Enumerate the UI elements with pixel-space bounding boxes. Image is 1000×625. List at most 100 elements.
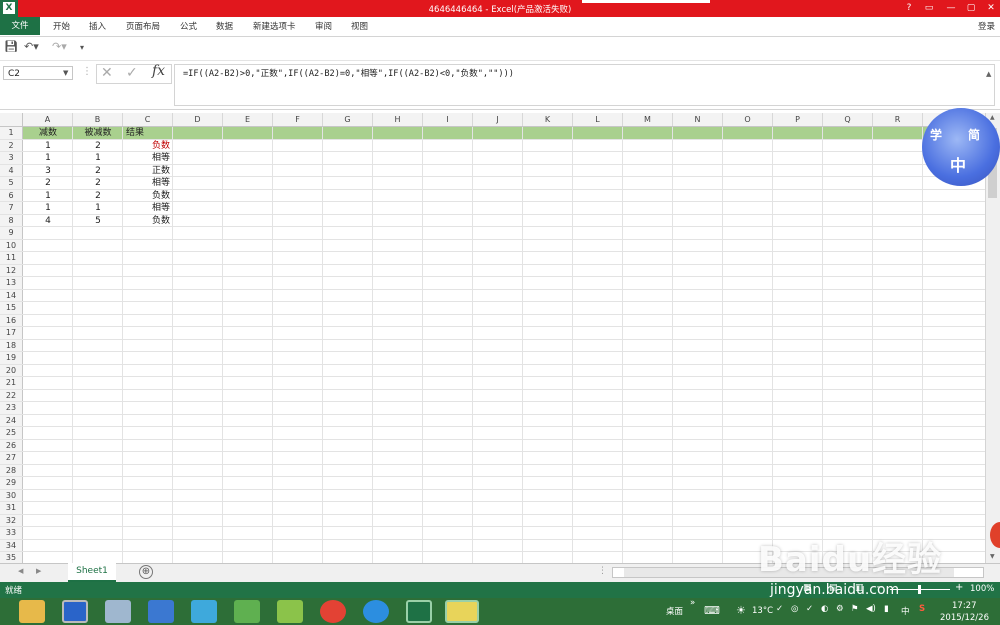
insert-function-icon[interactable]: fx: [152, 63, 165, 79]
table-row[interactable]: 7 1 1 相等: [0, 202, 985, 215]
scroll-down-icon[interactable]: ▼: [990, 553, 995, 560]
column-header[interactable]: F: [273, 113, 323, 126]
column-header[interactable]: K: [523, 113, 573, 126]
table-row[interactable]: 31: [0, 502, 985, 515]
row-header[interactable]: 11: [0, 252, 23, 264]
cell-result[interactable]: 正数: [126, 165, 170, 177]
column-header[interactable]: Q: [823, 113, 873, 126]
tab-home[interactable]: 开始: [53, 20, 70, 32]
row-header[interactable]: 18: [0, 339, 23, 351]
table-row[interactable]: 16: [0, 314, 985, 327]
ime-indicator[interactable]: 中: [901, 605, 910, 617]
table-row[interactable]: 22: [0, 389, 985, 402]
column-header[interactable]: D: [173, 113, 223, 126]
row-header[interactable]: 9: [0, 227, 23, 239]
tab-data[interactable]: 数据: [216, 20, 233, 32]
table-row[interactable]: 14: [0, 289, 985, 302]
cell-value[interactable]: 1: [26, 190, 70, 202]
column-header[interactable]: J: [473, 113, 523, 126]
flag-icon[interactable]: ⚑: [851, 604, 859, 614]
undo-icon[interactable]: ↶▾: [24, 40, 39, 53]
column-header[interactable]: M: [623, 113, 673, 126]
column-header[interactable]: N: [673, 113, 723, 126]
cell-result[interactable]: 相等: [126, 202, 170, 214]
ribbon-display-button[interactable]: ▭: [920, 1, 938, 15]
column-header[interactable]: R: [873, 113, 923, 126]
table-row[interactable]: 3 1 1 相等: [0, 152, 985, 165]
ie-icon[interactable]: [363, 600, 389, 623]
cell-value[interactable]: 1: [76, 202, 120, 214]
row-header[interactable]: 16: [0, 314, 23, 326]
help-button[interactable]: ?: [900, 1, 918, 15]
zoom-level[interactable]: 100%: [970, 584, 994, 594]
row-header[interactable]: 25: [0, 427, 23, 439]
row-header[interactable]: 4: [0, 164, 23, 176]
row-header[interactable]: 28: [0, 464, 23, 476]
row-header[interactable]: 20: [0, 364, 23, 376]
calculator-icon[interactable]: [105, 600, 131, 623]
row-header[interactable]: 19: [0, 352, 23, 364]
table-row[interactable]: 8 4 5 负数: [0, 214, 985, 227]
scroll-up-icon[interactable]: ▲: [990, 114, 995, 121]
tray-icon[interactable]: ◐: [821, 604, 828, 614]
desktop-label[interactable]: 桌面: [666, 605, 683, 617]
tray-icon[interactable]: ⚙: [836, 604, 844, 614]
row-header[interactable]: 21: [0, 377, 23, 389]
network-icon[interactable]: [191, 600, 217, 623]
column-header[interactable]: G: [323, 113, 373, 126]
table-row[interactable]: 4 3 2 正数: [0, 164, 985, 177]
cell-value[interactable]: 5: [76, 215, 120, 227]
save-icon[interactable]: 💾︎: [4, 40, 18, 53]
cell-grid[interactable]: 1 减数 被减数 结果 2 1 2 负数 3 1 1 相等 4 3 2 正数 5 2 2 相等 6 1 2 负数 7 1 1 相等 8 4…: [0, 127, 985, 565]
cell-header-minuend[interactable]: 减数: [26, 127, 70, 139]
table-row[interactable]: 32: [0, 514, 985, 527]
tab-formulas[interactable]: 公式: [180, 20, 197, 32]
chrome-icon[interactable]: [320, 600, 346, 623]
row-header[interactable]: 26: [0, 439, 23, 451]
row-header[interactable]: 13: [0, 277, 23, 289]
formula-input[interactable]: =IF((A2-B2)>0,"正数",IF((A2-B2)=0,"相等",IF(…: [174, 64, 995, 106]
table-row[interactable]: 20: [0, 364, 985, 377]
column-header[interactable]: I: [423, 113, 473, 126]
sogou-icon[interactable]: [62, 600, 88, 623]
active-cell[interactable]: 负数: [126, 140, 170, 152]
row-header[interactable]: 12: [0, 264, 23, 276]
table-row[interactable]: 17: [0, 327, 985, 340]
row-header[interactable]: 30: [0, 489, 23, 501]
column-header[interactable]: L: [573, 113, 623, 126]
volume-icon[interactable]: ◀): [866, 604, 876, 614]
login-link[interactable]: 登录: [978, 20, 1000, 32]
table-row[interactable]: 28: [0, 464, 985, 477]
table-row[interactable]: 21: [0, 377, 985, 390]
sheet-tab-sheet1[interactable]: Sheet1: [68, 563, 116, 582]
row-header[interactable]: 34: [0, 539, 23, 551]
add-sheet-button[interactable]: ⊕: [139, 565, 153, 579]
excel-taskbar-icon[interactable]: [406, 600, 432, 623]
row-header[interactable]: 15: [0, 302, 23, 314]
cell-value[interactable]: 1: [26, 140, 70, 152]
cell-result[interactable]: 相等: [126, 177, 170, 189]
cell-value[interactable]: 2: [26, 177, 70, 189]
table-row[interactable]: 11: [0, 252, 985, 265]
next-sheet-icon[interactable]: ▶: [36, 567, 41, 575]
table-row[interactable]: 29: [0, 477, 985, 490]
column-header[interactable]: C: [123, 113, 173, 126]
transfer-icon[interactable]: [234, 600, 260, 623]
row-header[interactable]: 24: [0, 414, 23, 426]
restore-button[interactable]: ▢: [962, 1, 980, 15]
cell-result[interactable]: 相等: [126, 152, 170, 164]
cell-value[interactable]: 4: [26, 215, 70, 227]
row-header[interactable]: 22: [0, 389, 23, 401]
file-explorer-icon[interactable]: [19, 600, 45, 623]
row-header[interactable]: 10: [0, 239, 23, 251]
table-row[interactable]: 23: [0, 402, 985, 415]
row-header[interactable]: 6: [0, 189, 23, 201]
table-row[interactable]: 18: [0, 339, 985, 352]
row-header[interactable]: 35: [0, 552, 23, 564]
row-header[interactable]: 32: [0, 514, 23, 526]
table-row[interactable]: 6 1 2 负数: [0, 189, 985, 202]
zoom-in-button[interactable]: +: [955, 582, 963, 593]
tab-view[interactable]: 视图: [351, 20, 368, 32]
tray-icon[interactable]: ◎: [791, 604, 798, 614]
table-row[interactable]: 12: [0, 264, 985, 277]
